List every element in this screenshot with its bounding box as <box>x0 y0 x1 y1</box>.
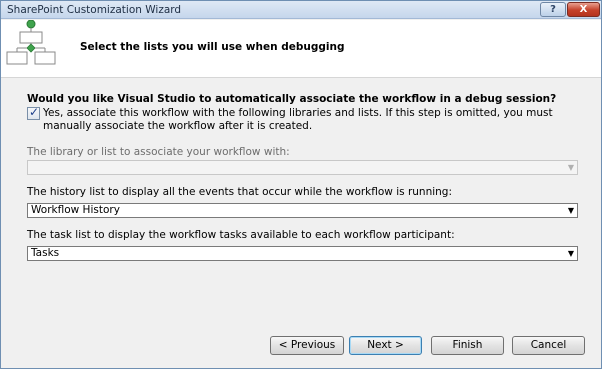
chevron-down-icon: ▼ <box>567 249 574 258</box>
task-list-label: The task list to display the workflow ta… <box>27 229 455 241</box>
window-title: SharePoint Customization Wizard <box>7 4 182 16</box>
checkmark-icon: ✓ <box>29 105 40 119</box>
page-title: Select the lists you will use when debug… <box>80 41 345 53</box>
task-list-value: Tasks <box>31 247 60 259</box>
next-button[interactable]: Next > <box>349 336 422 355</box>
close-button[interactable]: X <box>567 2 600 17</box>
finish-button[interactable]: Finish <box>431 336 504 355</box>
chevron-down-icon: ▼ <box>567 206 574 215</box>
wizard-window: SharePoint Customization Wizard ? X Sele… <box>0 0 602 369</box>
debug-question: Would you like Visual Studio to automati… <box>27 93 557 105</box>
associate-checkbox[interactable]: ✓ <box>27 105 40 120</box>
task-list-select[interactable]: Tasks ▼ <box>27 246 578 261</box>
workflow-diagram-icon <box>6 20 56 65</box>
wizard-header: Select the lists you will use when debug… <box>1 20 601 78</box>
history-list-value: Workflow History <box>31 204 120 216</box>
previous-button[interactable]: < Previous <box>270 336 344 355</box>
library-list-label: The library or list to associate your wo… <box>27 146 290 158</box>
library-list-select[interactable]: ▼ <box>27 160 578 175</box>
help-button[interactable]: ? <box>540 2 566 17</box>
chevron-down-icon: ▼ <box>567 163 574 172</box>
cancel-button[interactable]: Cancel <box>512 336 585 355</box>
history-list-select[interactable]: Workflow History ▼ <box>27 203 578 218</box>
associate-checkbox-label[interactable]: Yes, associate this workflow with the fo… <box>43 107 583 133</box>
history-list-label: The history list to display all the even… <box>27 186 453 198</box>
title-bar: SharePoint Customization Wizard ? X <box>1 1 601 19</box>
